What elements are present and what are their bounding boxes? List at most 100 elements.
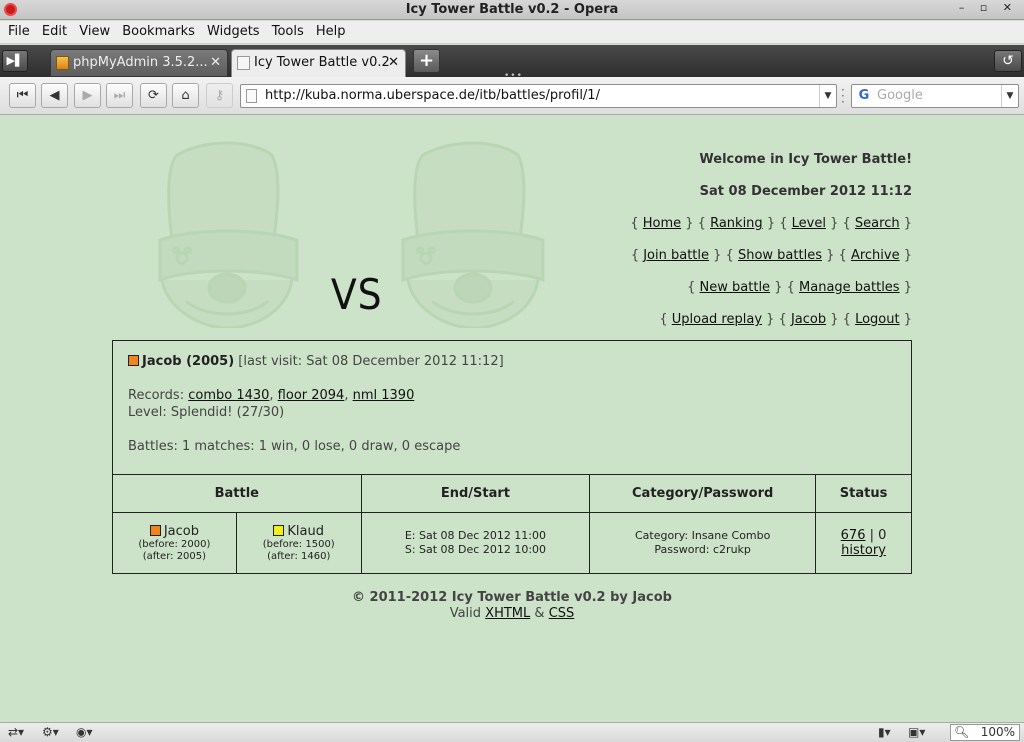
back-icon[interactable]: ◀	[41, 83, 68, 108]
player2-cell: Klaud (before: 1500) (after: 1460)	[235, 512, 362, 574]
last-visit: [last visit: Sat 08 December 2012 11:12]	[238, 354, 504, 369]
player2-after: (after: 1460)	[267, 550, 331, 562]
nav-level-link[interactable]: Level	[792, 216, 826, 231]
category-cell: Category: Insane Combo Password: c2rukp	[589, 512, 817, 574]
nav-logout-link[interactable]: Logout	[855, 312, 900, 327]
nav-new-battle-link[interactable]: New battle	[700, 280, 771, 295]
profile-info: Jacob (2005) [last visit: Sat 08 Decembe…	[128, 353, 504, 455]
zoom-icon: 🔍︎	[954, 725, 970, 739]
menu-bookmarks[interactable]: Bookmarks	[118, 21, 199, 43]
images-icon[interactable]: ▣▾	[908, 723, 925, 742]
fast-forward-icon[interactable]: ⏭	[106, 83, 133, 108]
tab-label: Icy Tower Battle v0.2	[254, 55, 390, 70]
toolbar-separator-icon: · · ·	[841, 83, 845, 109]
zoom-control[interactable]: 🔍︎ 100%	[950, 724, 1020, 741]
nav-profile-link[interactable]: Jacob	[791, 312, 826, 327]
window-title: Icy Tower Battle v0.2 - Opera	[405, 2, 619, 17]
player-name: Jacob (2005)	[142, 354, 235, 369]
tab-close-icon[interactable]: ✕	[210, 50, 221, 76]
nav-row-2: { Join battle } { Show battles } { Archi…	[630, 248, 912, 263]
battles-table: Battle End/Start Category/Password Statu…	[112, 474, 912, 574]
new-tab-button[interactable]: +	[413, 49, 440, 73]
search-input[interactable]: Google	[877, 85, 923, 107]
menu-view[interactable]: View	[75, 21, 114, 43]
forward-icon[interactable]: ▶	[74, 83, 101, 108]
key-icon[interactable]: ⚷	[206, 83, 233, 108]
status-bar: ⇄▾ ⚙▾ ◉▾ ▮▾ ▣▾ 🔍︎ 100%	[0, 722, 1024, 742]
player1-color-icon	[149, 524, 161, 536]
navigation-toolbar: ⏮ ◀ ▶ ⏭ ⟳ ⌂ ⚷ http://kuba.norma.uberspac…	[0, 77, 1024, 115]
closed-tabs-icon[interactable]: ↺	[994, 50, 1022, 72]
nav-home-link[interactable]: Home	[643, 216, 681, 231]
status-score-link[interactable]: 676	[841, 528, 866, 543]
menu-edit[interactable]: Edit	[38, 21, 71, 43]
record-nml-link[interactable]: nml 1390	[353, 388, 415, 403]
player2-color-icon	[273, 524, 285, 536]
end-start-cell: E: Sat 08 Dec 2012 11:00 S: Sat 08 Dec 2…	[360, 512, 591, 574]
column-header-category: Category/Password	[589, 474, 817, 513]
category-text: Category: Insane Combo	[634, 529, 771, 542]
zoom-level: 100%	[980, 725, 1015, 739]
xhtml-link[interactable]: XHTML	[485, 606, 530, 621]
address-bar[interactable]: http://kuba.norma.uberspace.de/itb/battl…	[240, 84, 837, 108]
unite-icon[interactable]: ◉▾	[76, 723, 93, 742]
panel-icon[interactable]: ▮▾	[878, 723, 891, 742]
menu-help[interactable]: Help	[312, 21, 350, 43]
menu-file[interactable]: File	[4, 21, 34, 43]
tab-icy-tower-battle[interactable]: Icy Tower Battle v0.2 ✕	[231, 49, 406, 77]
profile-header: Jacob (2005) [last visit: Sat 08 Decembe…	[128, 353, 504, 370]
current-datetime: Sat 08 December 2012 11:12	[699, 184, 912, 199]
address-input[interactable]: http://kuba.norma.uberspace.de/itb/battl…	[265, 85, 600, 107]
page-footer: © 2011-2012 Icy Tower Battle v0.2 by Jac…	[0, 590, 1024, 622]
mascot-right-image	[401, 141, 545, 328]
nav-join-battle-link[interactable]: Join battle	[643, 248, 709, 263]
menu-bar: File Edit View Bookmarks Widgets Tools H…	[0, 21, 1024, 44]
valid-label: Valid	[449, 606, 482, 621]
nav-row-3: { New battle } { Manage battles }	[687, 280, 912, 295]
column-header-battle: Battle	[112, 474, 362, 513]
record-floor-link[interactable]: floor 2094	[278, 388, 345, 403]
nav-manage-battles-link[interactable]: Manage battles	[799, 280, 900, 295]
start-time: S: Sat 08 Dec 2012 10:00	[404, 543, 547, 556]
end-time: E: Sat 08 Dec 2012 11:00	[404, 529, 547, 542]
menu-tools[interactable]: Tools	[268, 21, 308, 43]
search-box[interactable]: G Google ▼	[851, 84, 1019, 108]
tab-phpmyadmin[interactable]: phpMyAdmin 3.5.2... ✕	[50, 49, 228, 77]
nav-archive-link[interactable]: Archive	[851, 248, 900, 263]
nav-show-battles-link[interactable]: Show battles	[738, 248, 822, 263]
panel-toggle-icon[interactable]: ▶▌	[2, 50, 28, 72]
reload-icon[interactable]: ⟳	[140, 83, 167, 108]
player1-cell: Jacob (before: 2000) (after: 2005)	[112, 512, 237, 574]
amp-label: &	[534, 606, 545, 621]
records-line: Records: combo 1430, floor 2094, nml 139…	[128, 388, 415, 403]
home-icon[interactable]: ⌂	[172, 83, 199, 108]
tab-label: phpMyAdmin 3.5.2...	[73, 55, 208, 70]
status-separator: | 0	[865, 528, 887, 543]
window-controls[interactable]: – ▫ ✕	[959, 1, 1018, 14]
nav-search-link[interactable]: Search	[855, 216, 900, 231]
nav-upload-replay-link[interactable]: Upload replay	[672, 312, 762, 327]
versus-label: VS	[330, 270, 383, 319]
tab-close-icon[interactable]: ✕	[388, 50, 399, 76]
page-icon	[246, 89, 257, 103]
opera-logo-icon[interactable]	[4, 3, 17, 16]
rewind-icon[interactable]: ⏮	[9, 83, 36, 108]
copyright-text: © 2011-2012 Icy Tower Battle v0.2 by Jac…	[352, 590, 672, 605]
nav-ranking-link[interactable]: Ranking	[710, 216, 763, 231]
sync-icon[interactable]: ⇄▾	[8, 723, 24, 742]
mascot-left-image	[158, 141, 299, 328]
google-icon[interactable]: G	[856, 88, 872, 104]
history-link[interactable]: history	[841, 543, 886, 558]
address-dropdown-icon[interactable]: ▼	[819, 85, 836, 107]
password-text: Password: c2rukp	[654, 543, 751, 556]
search-dropdown-icon[interactable]: ▼	[1001, 85, 1018, 107]
css-link[interactable]: CSS	[549, 606, 575, 621]
phpmyadmin-favicon-icon	[56, 56, 69, 70]
records-label: Records:	[128, 388, 185, 403]
column-header-status: Status	[815, 474, 912, 513]
player-color-icon	[128, 355, 139, 366]
menu-widgets[interactable]: Widgets	[203, 21, 264, 43]
turbo-icon[interactable]: ⚙▾	[42, 723, 59, 742]
record-combo-link[interactable]: combo 1430	[188, 388, 269, 403]
nav-row-1: { Home } { Ranking } { Level } { Search …	[630, 216, 912, 231]
